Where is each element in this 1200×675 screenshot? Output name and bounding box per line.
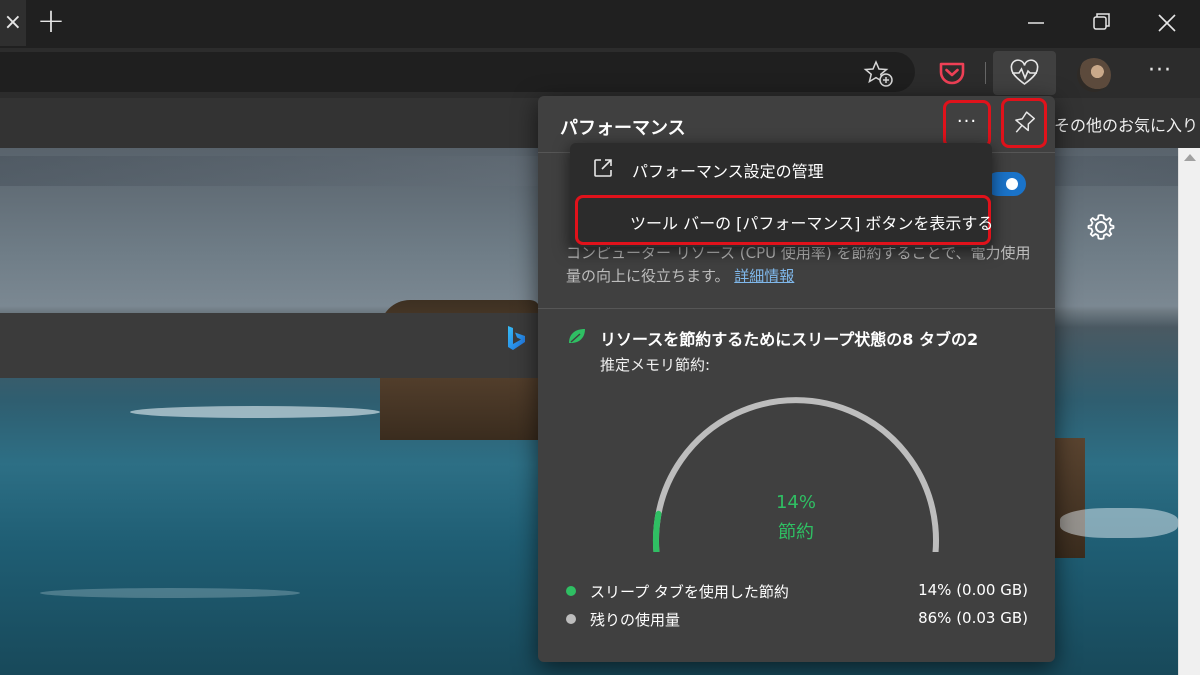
menu-item-label: ツール バーの [パフォーマンス] ボタンを表示する	[630, 214, 994, 233]
toolbar-separator	[985, 62, 986, 84]
legend-value: 86% (0.03 GB)	[918, 609, 1028, 627]
add-favorite-button[interactable]	[858, 53, 898, 93]
background-rock	[1055, 438, 1085, 558]
efficiency-description: コンピューター リソース (CPU 使用率) を節約することで、電力使用量の向上…	[566, 242, 1036, 288]
toggle-knob	[1006, 178, 1018, 190]
close-icon	[1158, 14, 1176, 32]
efficiency-mode-toggle[interactable]	[986, 172, 1026, 196]
learn-more-link[interactable]: 詳細情報	[734, 267, 794, 285]
tab-close-button[interactable]: ×	[0, 0, 26, 46]
profile-avatar[interactable]	[1077, 58, 1111, 92]
legend-value: 14% (0.00 GB)	[918, 581, 1028, 599]
panel-more-options-button[interactable]: ···	[943, 100, 991, 148]
legend-sleep-savings: スリープ タブを使用した節約 14% (0.00 GB)	[566, 579, 1028, 603]
new-tab-button[interactable]: +	[33, 4, 69, 40]
title-bar: × +	[0, 0, 1200, 48]
pocket-icon	[939, 62, 965, 85]
page-scrollbar[interactable]	[1178, 148, 1200, 675]
bing-icon[interactable]	[505, 323, 529, 355]
restore-icon	[1093, 13, 1110, 30]
leaf-icon-graphic	[569, 329, 585, 343]
scroll-up-arrow-icon[interactable]	[1184, 154, 1196, 161]
pin-panel-button[interactable]	[1001, 98, 1047, 148]
bing-logo-icon	[508, 326, 525, 350]
legend-label: スリープ タブを使用した節約	[590, 583, 789, 601]
legend-dot	[566, 614, 576, 624]
background-wave	[1060, 508, 1178, 538]
gear-icon	[1087, 214, 1115, 240]
gauge-saved-label: 節約	[778, 522, 814, 543]
legend-dot	[566, 586, 576, 596]
pin-icon	[1015, 111, 1036, 133]
gauge-fill	[653, 510, 662, 552]
panel-context-menu: パフォーマンス設定の管理 ツール バーの [パフォーマンス] ボタンを表示する	[570, 143, 994, 247]
search-box[interactable]	[0, 313, 540, 378]
performance-button[interactable]	[993, 51, 1056, 95]
menu-item-label: パフォーマンス設定の管理	[632, 162, 824, 181]
open-external-icon	[594, 159, 612, 177]
background-wave	[40, 588, 300, 598]
gauge-percent: 14%	[775, 492, 816, 513]
leaf-icon	[566, 326, 588, 346]
minimize-button[interactable]	[1002, 0, 1068, 46]
legend-label: 残りの使用量	[590, 611, 681, 629]
window-close-button[interactable]	[1134, 0, 1200, 46]
divider	[538, 308, 1055, 309]
panel-title: パフォーマンス	[560, 118, 686, 139]
restore-button[interactable]	[1068, 0, 1134, 46]
legend-remaining-usage: 残りの使用量 86% (0.03 GB)	[566, 607, 1028, 631]
sleeping-tabs-heading: リソースを節約するためにスリープ状態の8 タブの2	[600, 330, 979, 349]
minimize-icon	[1028, 22, 1044, 24]
address-input[interactable]	[0, 52, 915, 92]
description-text: コンピューター リソース (CPU 使用率) を節約することで、電力使用量の向上…	[566, 244, 1031, 285]
star-add-icon	[863, 60, 893, 87]
heart-pulse-icon	[1010, 59, 1039, 85]
menu-item-manage-settings[interactable]: パフォーマンス設定の管理	[570, 145, 992, 191]
other-favorites-folder[interactable]: その他のお気に入り	[1054, 112, 1198, 136]
background-wave	[130, 406, 380, 418]
menu-item-show-toolbar-button[interactable]: ツール バーの [パフォーマンス] ボタンを表示する	[575, 195, 994, 245]
page-settings-button[interactable]	[1084, 210, 1118, 244]
settings-more-button[interactable]: ···	[1140, 56, 1180, 90]
address-bar-row: ···	[0, 48, 1200, 98]
pocket-button[interactable]	[932, 53, 972, 93]
memory-savings-label: 推定メモリ節約:	[600, 356, 711, 374]
